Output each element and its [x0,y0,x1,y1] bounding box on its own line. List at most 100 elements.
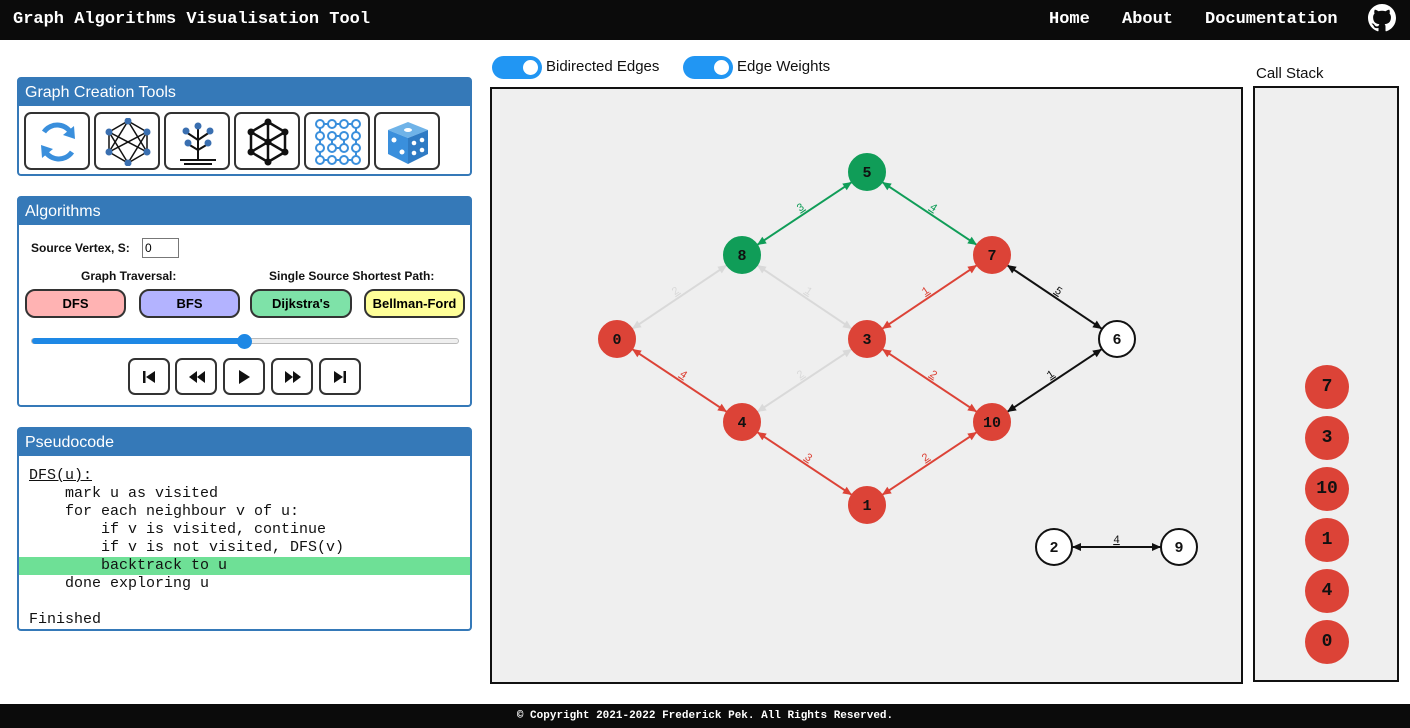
edge-line [756,348,853,413]
edge-weight-label: 4 [1113,535,1120,547]
call-stack-item: 4 [1305,569,1349,613]
dfs-button[interactable]: DFS [25,289,126,318]
algorithms-panel: Algorithms Source Vertex, S: Graph Trave… [17,196,472,407]
graph-canvas[interactable]: 3 4 2 1 1 5 4 2 2 1 3 2 4 0 1 2 3 4 5 6 7 8 9 10 [490,87,1243,684]
source-vertex-input[interactable] [142,238,179,258]
edge-arrowhead [881,320,892,329]
edge-arrowhead [1006,403,1017,413]
graph-node-label: 7 [987,248,996,265]
edge-arrowhead [967,431,978,441]
navbar: Graph Algorithms Visualisation Tool Home… [0,0,1410,40]
random-graph-button[interactable] [374,112,440,170]
step-slider-thumb[interactable] [237,334,252,349]
step-slider[interactable] [31,334,459,349]
edge-arrowhead [881,181,892,191]
code-line-highlighted: backtrack to u [19,557,470,575]
bfs-button[interactable]: BFS [139,289,240,318]
code-line: DFS(u): [29,467,93,484]
rewind-icon [189,371,205,383]
play-icon [239,370,250,384]
skip-to-end-icon [334,371,346,383]
edge-arrowhead [756,431,767,441]
code-line: for each neighbour v of u: [29,503,300,520]
bidirected-edges-toggle[interactable] [492,56,542,79]
edge-arrowhead [1006,265,1017,274]
grid-graph-button[interactable] [304,112,370,170]
graph-traversal-label: Graph Traversal: [81,269,177,283]
rewind-button[interactable] [175,358,217,395]
graph-node-label: 0 [612,332,621,349]
edge-arrowhead [967,403,978,413]
toggle-knob [523,60,538,75]
edge-line [1006,264,1103,330]
wheel-graph-button[interactable] [234,112,300,170]
call-stack-item: 1 [1305,518,1349,562]
app-title: Graph Algorithms Visualisation Tool [13,10,371,29]
code-line: done exploring u [29,575,210,592]
edge-arrowhead [1092,320,1103,329]
edge-arrowhead [842,348,853,358]
toggle-knob [714,60,729,75]
graph-node-label: 3 [862,332,871,349]
dice-icon [388,122,428,164]
call-stack-item: 0 [1305,620,1349,664]
code-line: Finished [29,611,102,628]
edge-line [756,181,853,246]
graph-node-label: 1 [862,498,871,515]
source-vertex-label: Source Vertex, S: [31,241,130,255]
edge-line [631,348,728,413]
edge-arrowhead [967,236,978,246]
edge-arrowhead [756,403,767,413]
graph-node-label: 10 [983,415,1001,432]
graph-node-label: 5 [862,165,871,182]
fast-forward-icon [285,371,301,383]
play-button[interactable] [223,358,265,395]
graph-svg[interactable]: 3 42 1 1 54 2 2 13 24012345678910 [492,89,1241,682]
edge-line [1006,348,1103,413]
edge-arrowhead [756,236,767,246]
call-stack-item: 3 [1305,416,1349,460]
edge-arrowhead [881,348,892,358]
edge-arrowhead [842,320,853,329]
nav-home-link[interactable]: Home [1049,10,1090,29]
edge-arrowhead [842,486,853,496]
edge-weights-label: Edge Weights [737,58,831,75]
edge-line [756,431,853,496]
edge-arrowhead [967,265,978,274]
edge-arrowhead [756,265,767,274]
edge-line [881,181,978,246]
edge-arrowhead [631,320,642,329]
call-stack-item: 7 [1305,365,1349,409]
graph-node-label: 2 [1049,540,1058,557]
sssp-label: Single Source Shortest Path: [269,269,435,283]
skip-to-start-icon [143,371,155,383]
graph-creation-tools-title: Graph Creation Tools [19,79,470,106]
graph-node-label: 8 [737,248,746,265]
algorithms-title: Algorithms [19,198,470,225]
skip-to-start-button[interactable] [128,358,170,395]
edge-arrowhead [717,265,728,274]
tree-graph-button[interactable] [164,112,230,170]
graph-creation-tools-panel: Graph Creation Tools [17,77,472,176]
edge-line [756,264,853,330]
dijkstra-button[interactable]: Dijkstra's [250,289,352,318]
footer-copyright: © Copyright 2021-2022 Frederick Pek. All… [0,704,1410,728]
nav-documentation-link[interactable]: Documentation [1205,10,1338,29]
pseudocode-title: Pseudocode [19,429,470,456]
skip-to-end-button[interactable] [319,358,361,395]
github-icon[interactable] [1368,4,1396,32]
edge-weights-toggle[interactable] [683,56,733,79]
edge-arrowhead [717,403,728,413]
complete-graph-button[interactable] [94,112,160,170]
reset-graph-button[interactable] [24,112,90,170]
fast-forward-button[interactable] [271,358,313,395]
tree-icon [180,122,216,165]
bellman-ford-button[interactable]: Bellman-Ford [364,289,465,318]
call-stack-panel: 7 3 10 1 4 0 [1253,86,1399,682]
nav-about-link[interactable]: About [1122,10,1173,29]
pseudocode-panel: Pseudocode DFS(u): mark u as visited for… [17,427,472,631]
bidirected-edges-label: Bidirected Edges [546,58,660,75]
code-line: mark u as visited [29,485,219,502]
edge-line [881,431,978,496]
